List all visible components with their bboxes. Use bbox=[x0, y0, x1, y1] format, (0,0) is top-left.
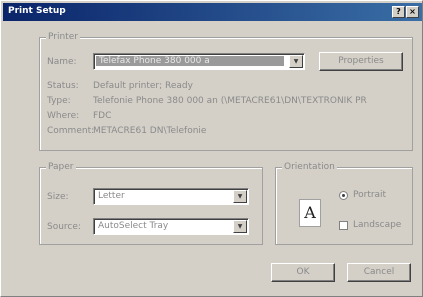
comment-label: Comment: bbox=[47, 126, 95, 136]
type-value: Telefonie Phone 380 000 an (\METACRE61\D… bbox=[93, 96, 367, 106]
portrait-radio[interactable] bbox=[339, 191, 348, 200]
chevron-down-icon[interactable]: ▼ bbox=[233, 190, 247, 203]
close-icon[interactable]: × bbox=[406, 6, 419, 18]
chevron-down-icon[interactable]: ▼ bbox=[233, 220, 247, 233]
where-label: Where: bbox=[47, 111, 80, 121]
printer-legend: Printer bbox=[46, 32, 80, 42]
ok-button[interactable]: OK bbox=[271, 263, 335, 282]
paper-legend: Paper bbox=[46, 162, 76, 172]
printer-name-value: Telefax Phone 380 000 a bbox=[96, 56, 284, 66]
comment-value: METACRE61 DN\Telefonie bbox=[93, 126, 207, 136]
chevron-down-icon[interactable]: ▼ bbox=[289, 55, 303, 68]
print-setup-dialog: Print Setup ? × Printer Name: Telefax Ph… bbox=[0, 0, 423, 297]
paper-source-value: AutoSelect Tray bbox=[98, 221, 169, 231]
status-value: Default printer; Ready bbox=[93, 81, 193, 91]
cancel-button[interactable]: Cancel bbox=[347, 263, 411, 282]
orientation-group: Orientation bbox=[275, 162, 413, 245]
portrait-label[interactable]: Portrait bbox=[353, 190, 386, 200]
status-label: Status: bbox=[47, 81, 79, 91]
landscape-label[interactable]: Landscape bbox=[353, 220, 401, 230]
paper-size-value: Letter bbox=[98, 191, 125, 201]
properties-button[interactable]: Properties bbox=[319, 52, 403, 71]
paper-size-select[interactable]: Letter ▼ bbox=[93, 188, 249, 205]
title-bar[interactable]: Print Setup ? × bbox=[3, 3, 422, 21]
paper-source-select[interactable]: AutoSelect Tray ▼ bbox=[93, 218, 249, 235]
where-value: FDC bbox=[93, 111, 112, 121]
size-label: Size: bbox=[47, 192, 69, 202]
window-title: Print Setup bbox=[8, 6, 66, 16]
help-icon[interactable]: ? bbox=[392, 6, 405, 18]
printer-name-select[interactable]: Telefax Phone 380 000 a ▼ bbox=[93, 53, 305, 70]
portrait-page-icon: A bbox=[299, 199, 321, 227]
landscape-radio[interactable] bbox=[339, 221, 348, 230]
orientation-legend: Orientation bbox=[282, 162, 337, 172]
source-label: Source: bbox=[47, 222, 81, 232]
type-label: Type: bbox=[47, 96, 71, 106]
name-label: Name: bbox=[47, 57, 77, 67]
